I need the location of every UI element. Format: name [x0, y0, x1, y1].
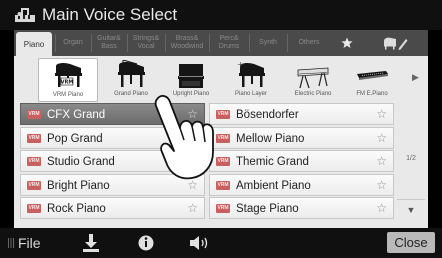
- file-button[interactable]: File: [6, 232, 54, 254]
- fm-epiano-icon: [354, 60, 390, 95]
- subcategory-grand-piano[interactable]: Grand Piano: [102, 58, 160, 102]
- title-bar: Main Voice Select: [0, 0, 442, 30]
- subcategory-label: Upright Piano: [172, 91, 210, 97]
- favorite-star-icon[interactable]: ☆: [187, 154, 198, 168]
- subcategory-label: VRM Piano: [52, 92, 84, 98]
- vrm-badge: VRM: [27, 157, 41, 166]
- voice-mellow-piano[interactable]: VRM Mellow Piano ☆: [209, 126, 394, 149]
- favorite-star-icon[interactable]: ☆: [376, 131, 387, 145]
- voice-bosendorfer[interactable]: VRM Bösendorfer ☆: [209, 103, 394, 125]
- tab-divider: [249, 34, 250, 52]
- favorite-star-icon[interactable]: ☆: [376, 107, 387, 121]
- keyboard-note-icon: [15, 8, 35, 22]
- favorite-star-icon[interactable]: ☆: [187, 131, 198, 145]
- piano-layer-icon: +: [233, 60, 269, 95]
- upright-piano-icon: [173, 60, 209, 95]
- voice-category-tabs: Piano Organ Guitar& Bass Strings& Vocal Bras…: [14, 30, 428, 57]
- grand-piano-icon: [113, 59, 149, 95]
- vrm-badge: VRM: [216, 204, 230, 213]
- speaker-icon[interactable]: [188, 232, 212, 254]
- voice-name: Bösendorfer: [236, 109, 299, 121]
- star-icon: [341, 37, 353, 48]
- voice-studio-grand[interactable]: VRM Studio Grand ☆: [20, 150, 205, 172]
- voice-pop-grand[interactable]: VRM Pop Grand ☆: [20, 126, 205, 149]
- tab-others[interactable]: Others: [288, 30, 330, 56]
- tab-favorite[interactable]: [332, 30, 362, 56]
- svg-text:VRM: VRM: [61, 80, 74, 86]
- tab-user[interactable]: [366, 30, 424, 56]
- subcategory-electric-piano[interactable]: Electric Piano: [284, 58, 342, 102]
- voice-themic-grand[interactable]: VRM Themic Grand ☆: [209, 150, 394, 172]
- piano-edit-icon: [384, 37, 408, 50]
- vrm-badge: VRM: [216, 180, 230, 190]
- svg-text:+: +: [237, 60, 244, 69]
- subcategory-piano-layer[interactable]: + Piano Layer: [222, 58, 280, 102]
- voice-name: Rock Piano: [47, 203, 106, 215]
- info-icon[interactable]: [137, 232, 155, 254]
- page-down-arrow[interactable]: ▼: [397, 199, 425, 219]
- tab-organ[interactable]: Organ: [56, 30, 90, 56]
- vrm-badge: VRM: [27, 180, 41, 190]
- vrm-badge: VRM: [216, 157, 230, 166]
- favorite-star-icon[interactable]: ☆: [376, 201, 387, 215]
- tab-divider: [127, 34, 128, 52]
- tab-divider: [91, 34, 92, 52]
- voice-name: Studio Grand: [47, 156, 115, 168]
- subcategory-vrm-piano[interactable]: VRM VRM Piano: [38, 58, 98, 102]
- grand-piano-vrm-icon: VRM: [50, 61, 86, 96]
- subcategory-label: FM E.Piano: [356, 91, 388, 97]
- voice-name: Stage Piano: [236, 203, 299, 215]
- subcategory-strip: VRM VRM Piano Grand Piano Upright Piano + Pia…: [38, 58, 402, 102]
- favorite-star-icon[interactable]: ☆: [376, 154, 387, 168]
- vrm-badge: VRM: [27, 110, 41, 119]
- subcategory-upright-piano[interactable]: Upright Piano: [162, 58, 220, 102]
- tab-strings-vocal[interactable]: Strings& Vocal: [128, 30, 164, 56]
- vrm-badge: VRM: [216, 133, 230, 143]
- voice-bright-piano[interactable]: VRM Bright Piano ☆: [20, 173, 205, 196]
- file-label: File: [18, 235, 41, 251]
- tab-perc-drums[interactable]: Perc& Drums: [210, 30, 248, 56]
- favorite-star-icon[interactable]: ☆: [187, 107, 198, 121]
- voice-stage-piano[interactable]: VRM Stage Piano ☆: [209, 197, 394, 219]
- close-button[interactable]: Close: [387, 232, 435, 253]
- bottom-bar: File Close: [0, 228, 442, 258]
- voice-name: CFX Grand: [47, 109, 106, 121]
- voice-name: Ambient Piano: [236, 179, 311, 192]
- tab-piano[interactable]: Piano: [16, 32, 52, 57]
- tab-divider: [165, 34, 166, 52]
- voice-name: Pop Grand: [47, 132, 103, 145]
- voice-rock-piano[interactable]: VRM Rock Piano ☆: [20, 197, 205, 219]
- voice-name: Themic Grand: [236, 156, 309, 168]
- tab-synth[interactable]: Synth: [250, 30, 286, 56]
- tab-divider: [287, 34, 288, 52]
- subcategory-label: Grand Piano: [114, 91, 148, 97]
- grip-icon: [8, 238, 14, 248]
- subcategory-label: Piano Layer: [234, 91, 268, 97]
- tab-divider: [55, 34, 56, 52]
- favorite-star-icon[interactable]: ☆: [376, 178, 387, 192]
- voice-name: Bright Piano: [47, 179, 110, 192]
- subcategory-label: Electric Piano: [294, 91, 332, 97]
- voice-name: Mellow Piano: [236, 132, 305, 145]
- vrm-badge: VRM: [216, 110, 230, 119]
- tab-brass-woodwind[interactable]: Brass& Woodwind: [166, 30, 208, 56]
- favorite-star-icon[interactable]: ☆: [187, 201, 198, 215]
- voice-ambient-piano[interactable]: VRM Ambient Piano ☆: [209, 173, 394, 196]
- vrm-badge: VRM: [27, 133, 41, 143]
- vrm-badge: VRM: [27, 204, 41, 213]
- main-voice-select-window: Main Voice Select Piano Organ Guitar& Bass…: [0, 0, 442, 258]
- subcategory-next-arrow[interactable]: ▶: [412, 71, 424, 83]
- tab-guitar-bass[interactable]: Guitar& Bass: [92, 30, 126, 56]
- page-indicator: 1/2: [406, 155, 416, 162]
- electric-piano-icon: [295, 60, 331, 95]
- voice-list: VRM CFX Grand ☆ VRM Pop Grand ☆ VRM Studio Gran…: [20, 103, 394, 219]
- tab-divider: [209, 34, 210, 52]
- save-icon[interactable]: [82, 232, 100, 254]
- voice-cfx-grand[interactable]: VRM CFX Grand ☆: [20, 103, 205, 125]
- subcategory-fm-e-piano[interactable]: FM E.Piano: [344, 58, 400, 102]
- window-title: Main Voice Select: [42, 5, 178, 24]
- favorite-star-icon[interactable]: ☆: [187, 178, 198, 192]
- voice-list-pager: 1/2 ▼: [397, 103, 425, 219]
